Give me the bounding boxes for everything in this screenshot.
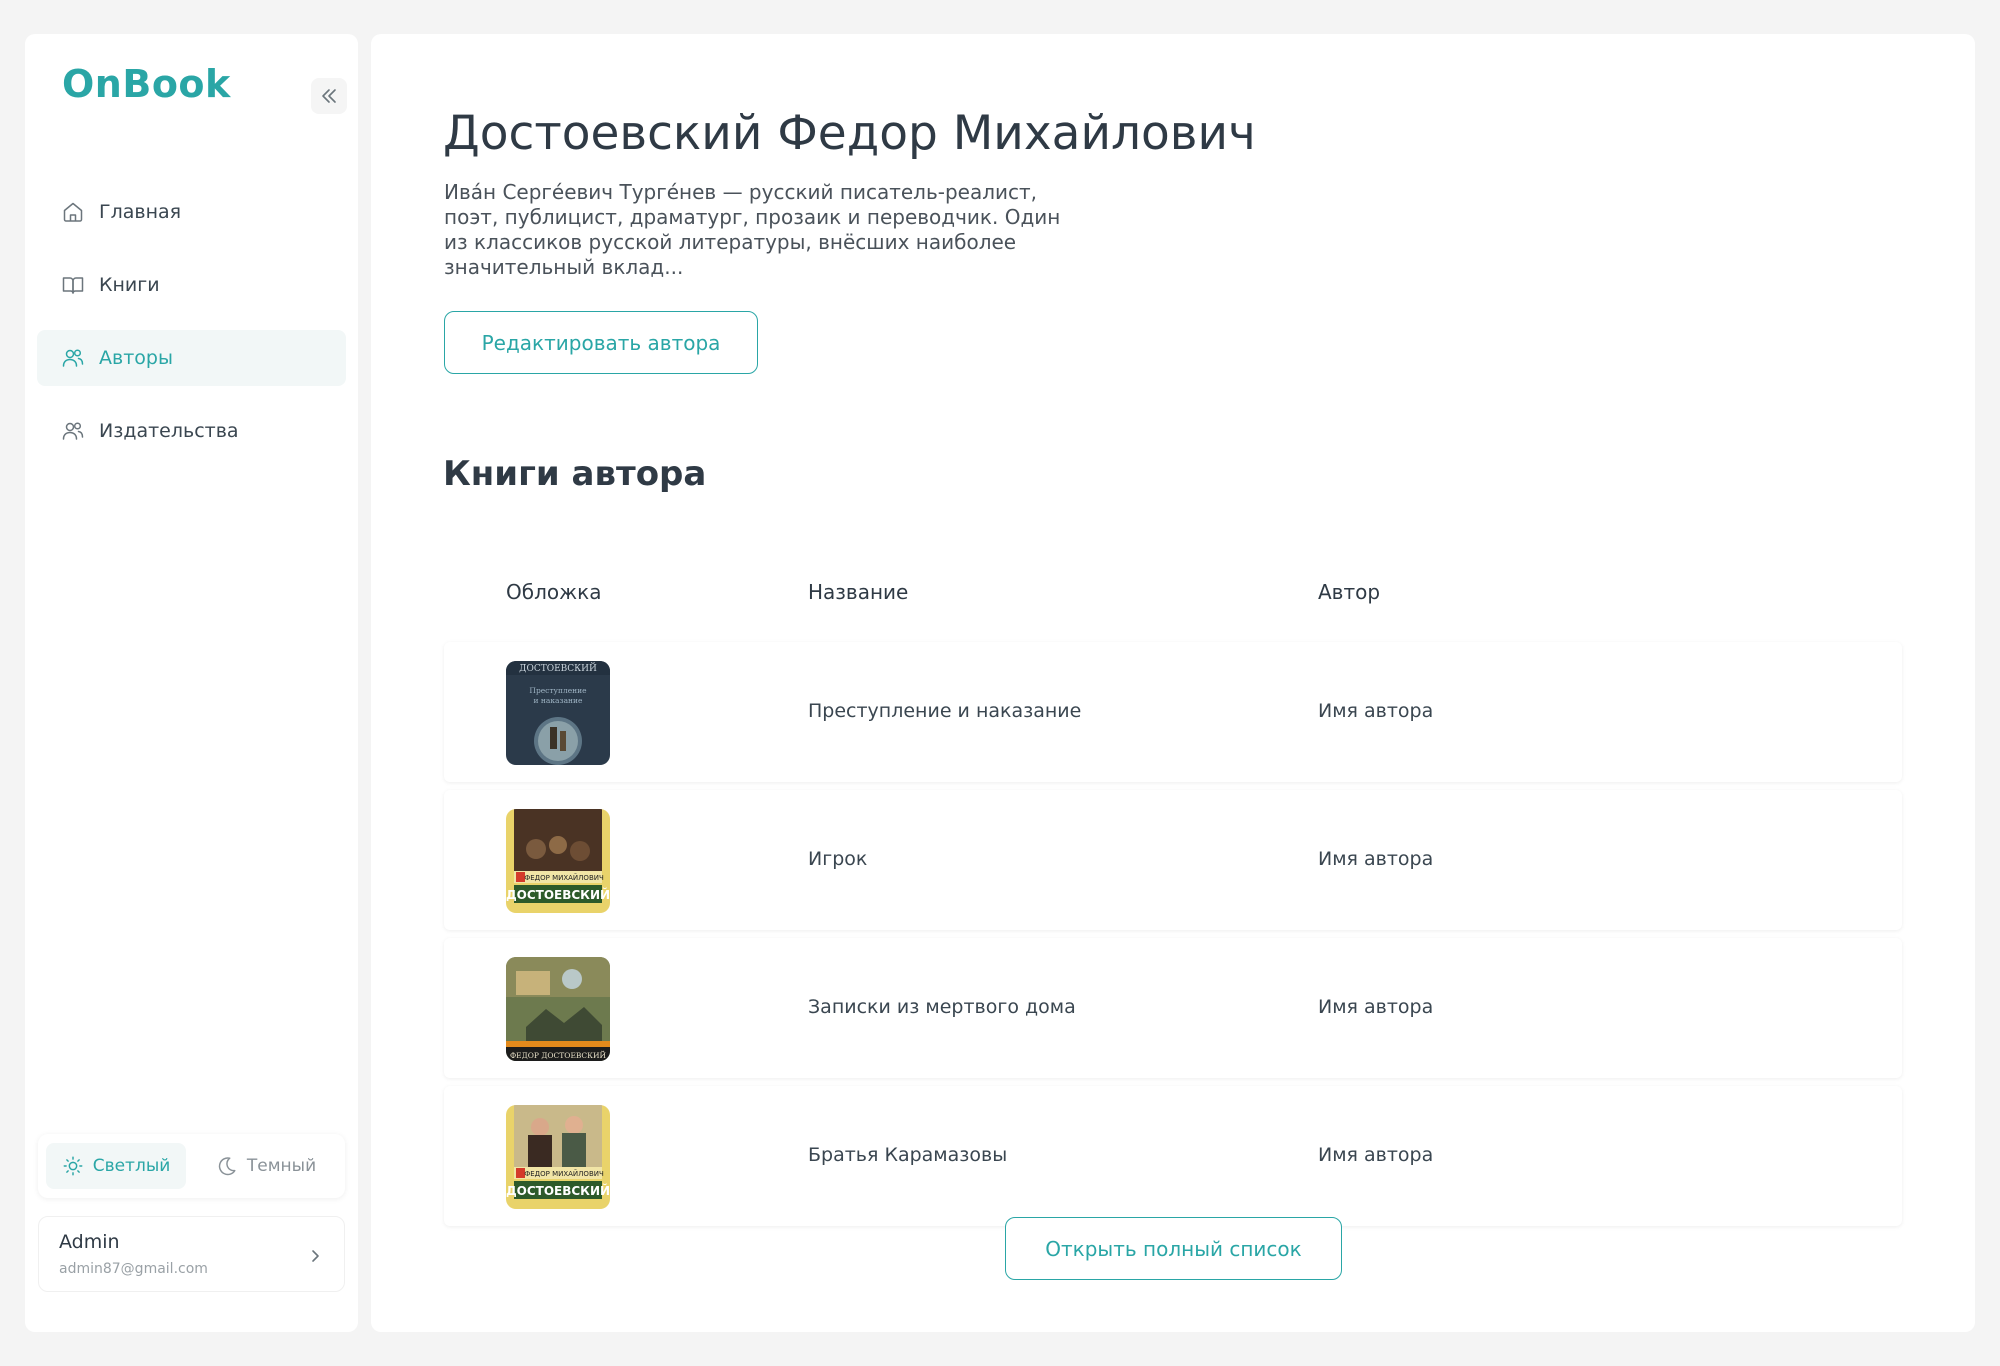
book-title: Записки из мертвого дома: [808, 996, 1076, 1018]
main-content: Достоевский Федор Михайлович Ива́н Серге…: [371, 34, 1975, 1332]
book-cover: ФЕДОР ДОСТОЕВСКИЙ: [506, 957, 610, 1061]
sidebar-item-label: Издательства: [99, 420, 239, 442]
users-icon: [62, 422, 84, 440]
column-header-author: Автор: [1318, 580, 1381, 604]
author-bio: Ива́н Серге́евич Турге́нев — русский пис…: [444, 180, 1061, 279]
collapse-sidebar-button[interactable]: [311, 78, 347, 114]
sidebar-item-authors[interactable]: Авторы: [37, 330, 346, 386]
theme-light-button[interactable]: Светлый: [46, 1143, 186, 1189]
user-name: Admin: [59, 1231, 120, 1253]
cover-subtext: ФЕДОР МИХАЙЛОВИЧ: [524, 1169, 604, 1178]
sidebar-item-label: Главная: [99, 201, 182, 223]
table-row[interactable]: ФЕДОР ДОСТОЕВСКИЙ Записки из мертвого до…: [444, 938, 1902, 1078]
app-logo[interactable]: OnBook: [62, 62, 231, 106]
books-table: ДОСТОЕВСКИЙ Преступление и наказание Пре…: [444, 642, 1902, 1234]
book-cover: ФЕДОР МИХАЙЛОВИЧ ДОСТОЕВСКИЙ: [506, 1105, 610, 1209]
cover-subtext: ФЕДОР МИХАЙЛОВИЧ: [524, 873, 604, 882]
moon-icon: [218, 1157, 236, 1176]
book-title: Братья Карамазовы: [808, 1144, 1008, 1166]
svg-text:и наказание: и наказание: [533, 696, 583, 705]
column-header-cover: Обложка: [506, 580, 602, 604]
book-title: Преступление и наказание: [808, 700, 1082, 722]
user-email: admin87@gmail.com: [59, 1261, 208, 1277]
book-author: Имя автора: [1318, 996, 1434, 1018]
book-icon: [62, 277, 84, 294]
theme-switch: Светлый Темный: [38, 1134, 345, 1198]
table-header: Обложка Название Автор: [444, 580, 1902, 612]
sidebar-item-label: Книги: [99, 274, 160, 296]
table-row[interactable]: ДОСТОЕВСКИЙ Преступление и наказание Пре…: [444, 642, 1902, 782]
book-cover: ДОСТОЕВСКИЙ Преступление и наказание: [506, 661, 610, 765]
user-card[interactable]: Admin admin87@gmail.com: [38, 1216, 345, 1292]
chevron-right-icon: [312, 1250, 319, 1262]
theme-dark-label: Темный: [246, 1156, 317, 1176]
book-cover: ФЕДОР МИХАЙЛОВИЧ ДОСТОЕВСКИЙ: [506, 809, 610, 913]
cover-text: ДОСТОЕВСКИЙ: [506, 887, 610, 902]
svg-text:Преступление: Преступление: [529, 686, 587, 695]
page-title: Достоевский Федор Михайлович: [443, 106, 1256, 161]
users-icon: [62, 349, 84, 367]
section-title: Книги автора: [443, 454, 707, 494]
theme-light-label: Светлый: [92, 1156, 171, 1176]
book-author: Имя автора: [1318, 848, 1434, 870]
sidebar: OnBook Главная Книги Авторы Издательства…: [25, 34, 358, 1332]
book-author: Имя автора: [1318, 1144, 1434, 1166]
home-icon: [63, 202, 83, 222]
column-header-title: Название: [808, 580, 909, 604]
sidebar-item-label: Авторы: [99, 347, 173, 369]
sun-icon: [63, 1156, 83, 1176]
open-full-list-button[interactable]: Открыть полный список: [1005, 1217, 1342, 1280]
edit-author-button[interactable]: Редактировать автора: [444, 311, 758, 374]
book-title: Игрок: [808, 848, 868, 870]
sidebar-item-home[interactable]: Главная: [37, 184, 346, 240]
cover-text: ДОСТОЕВСКИЙ: [519, 662, 597, 674]
book-author: Имя автора: [1318, 700, 1434, 722]
sidebar-item-publishers[interactable]: Издательства: [37, 403, 346, 459]
sidebar-nav: Главная Книги Авторы Издательства: [37, 184, 346, 476]
theme-dark-button[interactable]: Темный: [196, 1143, 336, 1189]
cover-text: ФЕДОР ДОСТОЕВСКИЙ: [510, 1051, 607, 1060]
table-row[interactable]: ФЕДОР МИХАЙЛОВИЧ ДОСТОЕВСКИЙ Игрок Имя а…: [444, 790, 1902, 930]
cover-text: ДОСТОЕВСКИЙ: [506, 1183, 610, 1198]
table-row[interactable]: ФЕДОР МИХАЙЛОВИЧ ДОСТОЕВСКИЙ Братья Кара…: [444, 1086, 1902, 1226]
double-chevron-left-icon: [322, 89, 336, 103]
sidebar-item-books[interactable]: Книги: [37, 257, 346, 313]
